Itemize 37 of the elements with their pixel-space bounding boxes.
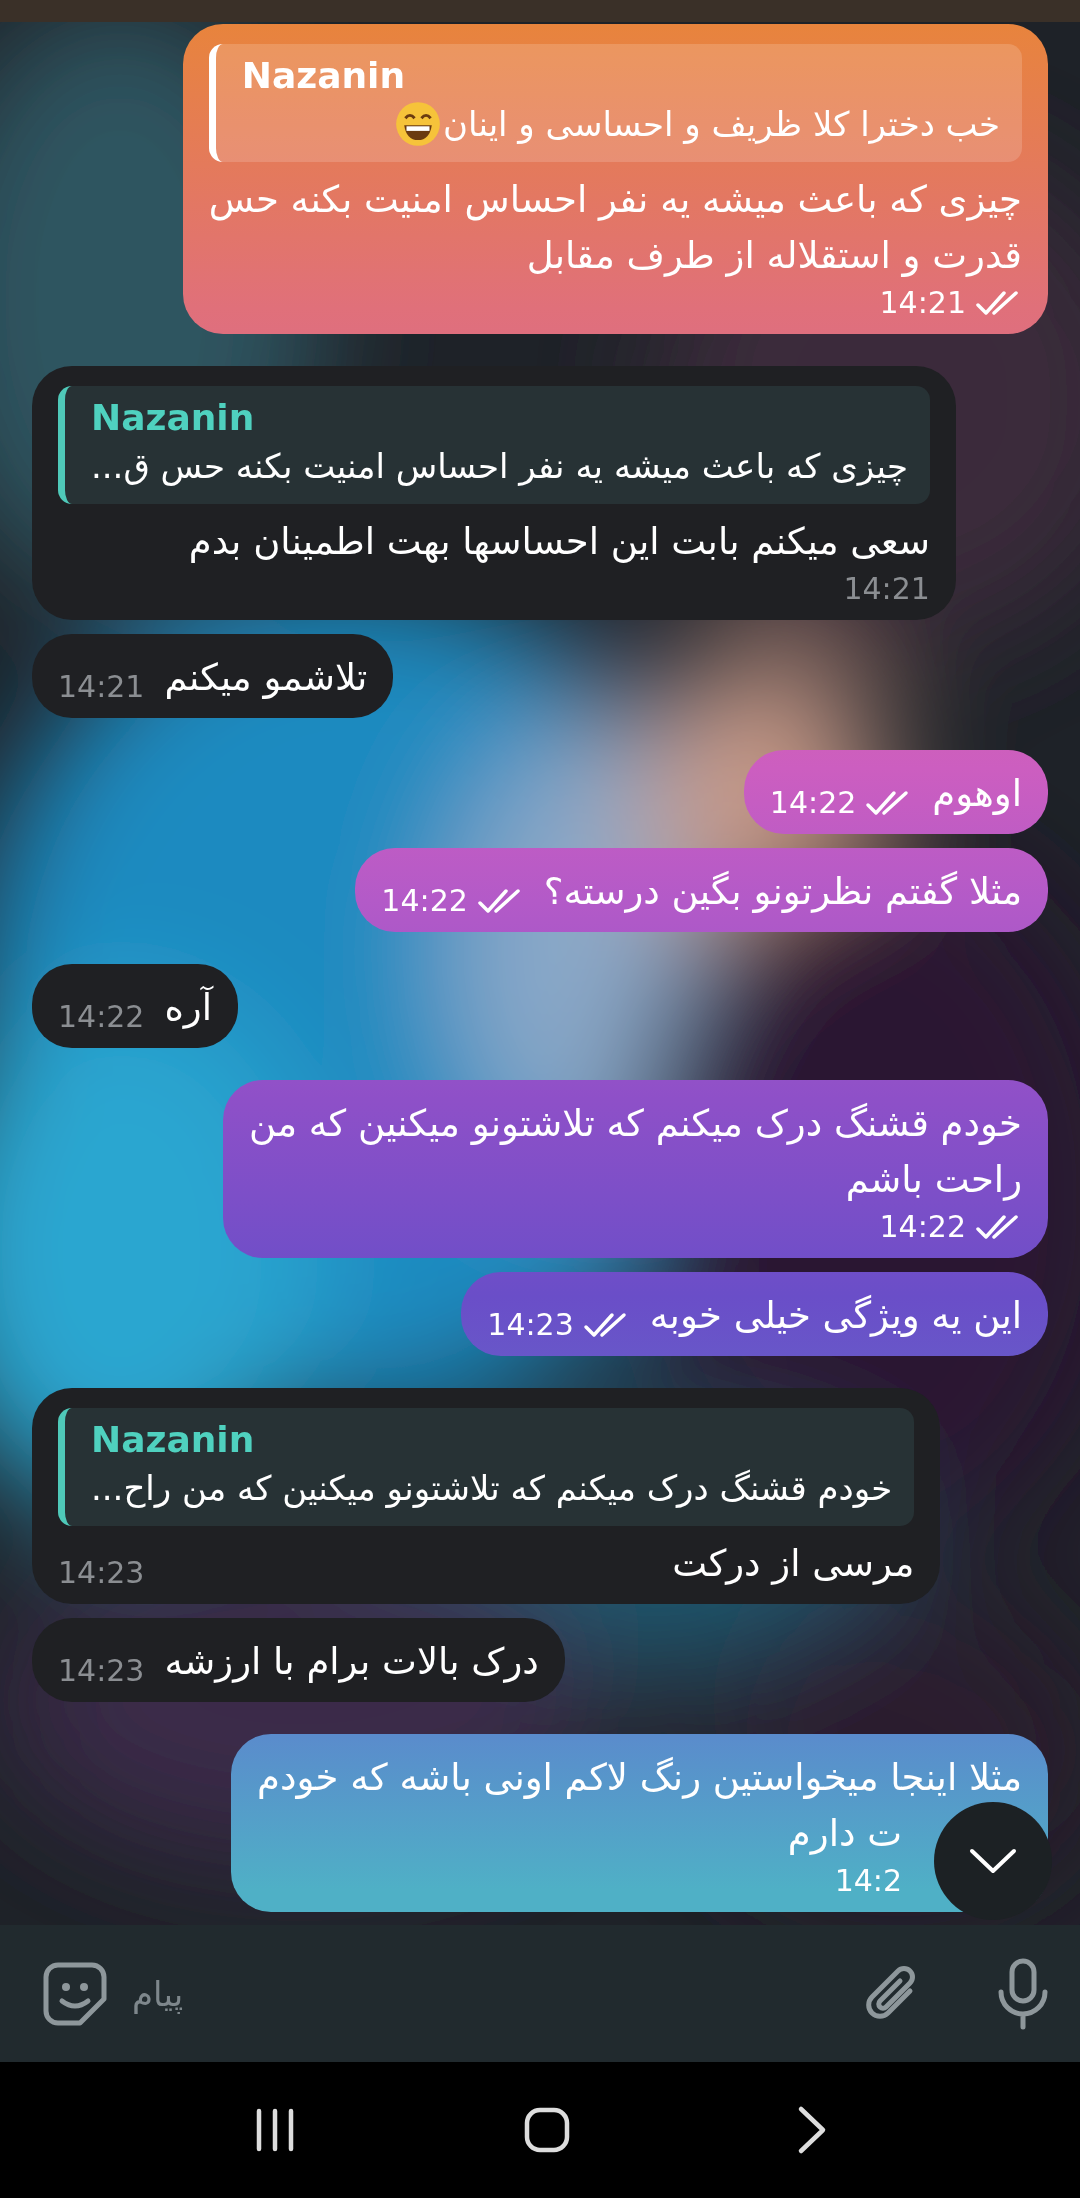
message-text: مثلا اینجا میخواستین رنگ لاکم اونی باشه که خودم: [257, 1755, 1022, 1801]
message-text: آره: [164, 985, 212, 1031]
reply-text: خودم قشنگ درک میکنم که تلاشتونو میکنین که من راح...: [91, 1467, 893, 1510]
message-text: مثلا گفتم نظرتونو بگین درسته؟: [543, 869, 1022, 915]
message-time: 14:23: [58, 1652, 145, 1690]
reply-sender: Nazanin: [91, 396, 256, 440]
message-time: 14:21: [879, 284, 966, 322]
message-input[interactable]: پیام: [130, 1957, 840, 2030]
message-text: اوهوم: [932, 771, 1022, 817]
microphone-icon[interactable]: [996, 1957, 1050, 2030]
message-text: سعی میکنم بابت این احساسها بهت اطمینان بدم: [187, 519, 930, 565]
message-text: درک بالات برام با ارزشه: [164, 1639, 539, 1685]
reply-text: چیزی که باعث میشه یه نفر احساس امنیت بکنه حس ق...: [91, 445, 908, 488]
message-time: 14:22: [381, 882, 468, 920]
message-text: راحت باشم: [844, 1157, 1022, 1203]
message-text: ت دارم: [787, 1811, 902, 1857]
message-time: 14:22: [879, 1208, 966, 1246]
message-text: قدرت و استقلاله از طرف مقابل: [525, 233, 1022, 279]
back-icon[interactable]: [796, 2105, 827, 2155]
message-time: 14:2: [834, 1862, 902, 1900]
message-time: 14:23: [487, 1306, 574, 1344]
reply-sender: Nazanin: [91, 1418, 256, 1462]
message-text: خودم قشنگ درک میکنم که تلاشتونو میکنین که من: [249, 1101, 1022, 1147]
reply-text: خب دخترا کلا ظریف و احساسی و اینان: [443, 103, 1000, 146]
message-time: 14:23: [58, 1554, 145, 1592]
message-text: چیزی که باعث میشه یه نفر احساس امنیت بکنه حس: [208, 177, 1022, 223]
message-time: 14:22: [58, 998, 145, 1036]
chevron-down-icon: [968, 1846, 1018, 1876]
home-icon[interactable]: [524, 2107, 570, 2153]
reply-sender: Nazanin: [241, 54, 407, 98]
message-text: این یه ویژگی خیلی خوبه: [649, 1293, 1022, 1339]
message-time: 14:22: [769, 784, 857, 822]
message-text: تلاشمو میکنم: [164, 655, 368, 701]
message-time: 14:21: [58, 668, 145, 706]
sticker-icon[interactable]: [42, 1960, 108, 2027]
message-time: 14:21: [843, 570, 930, 608]
message-text: مرسی از درکت: [672, 1541, 915, 1587]
